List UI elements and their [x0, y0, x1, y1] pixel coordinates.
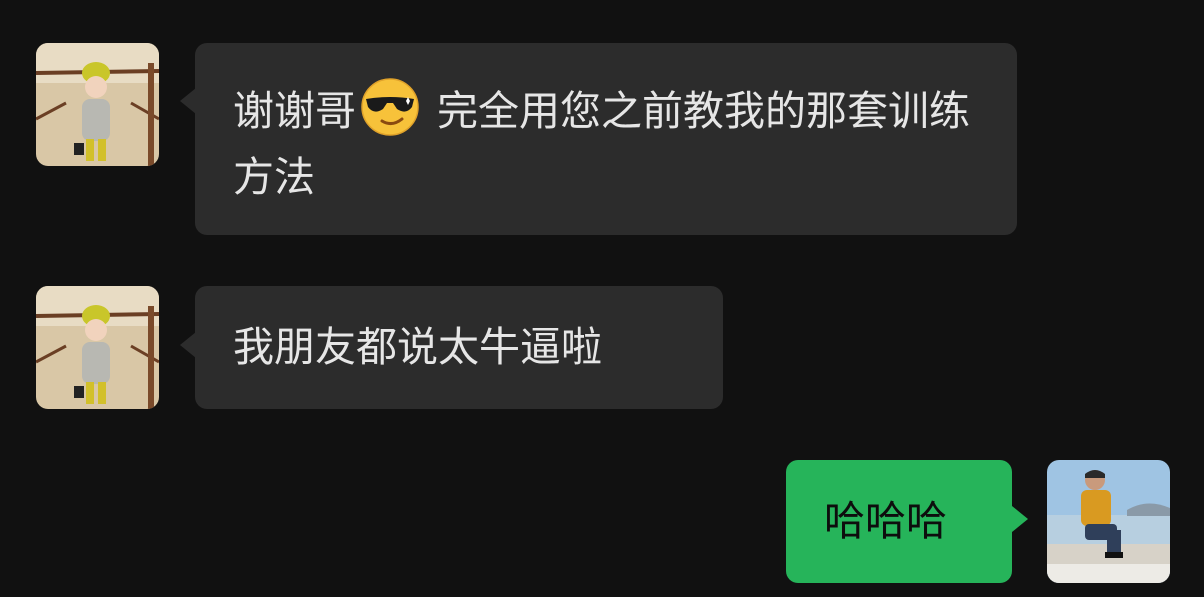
- message-text: 我朋友都说太牛逼啦: [233, 323, 602, 371]
- bubble-tail: [1012, 506, 1028, 532]
- message-bubble-outgoing[interactable]: 哈哈哈: [786, 460, 1012, 583]
- message-text: 谢谢哥: [233, 87, 356, 135]
- message-bubble-incoming[interactable]: 我朋友都说太牛逼啦: [195, 286, 723, 409]
- child-photo-icon: [36, 43, 159, 166]
- child-photo-icon: [36, 286, 159, 409]
- bubble-tail: [180, 88, 196, 114]
- bubble-tail: [180, 332, 196, 358]
- message-bubble-incoming[interactable]: 谢谢哥 完全用您之前教我的那套训练方法: [195, 43, 1017, 235]
- smiling-face-with-sunglasses-icon: [361, 78, 419, 136]
- my-avatar[interactable]: [1047, 460, 1170, 583]
- contact-avatar[interactable]: [36, 43, 159, 166]
- message-text: 哈哈哈: [824, 497, 947, 545]
- man-photo-icon: [1047, 460, 1170, 583]
- contact-avatar[interactable]: [36, 286, 159, 409]
